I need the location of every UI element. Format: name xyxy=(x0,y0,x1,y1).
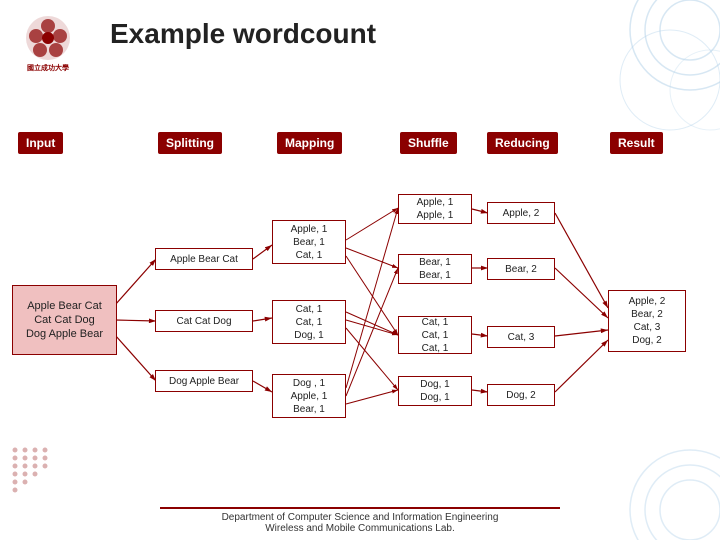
stage-shuffle: Shuffle xyxy=(400,132,457,154)
shuffle-box-1: Apple, 1 Apple, 1 xyxy=(398,194,472,224)
bg-decoration-br xyxy=(560,420,720,540)
stage-splitting: Splitting xyxy=(158,132,222,154)
footer-line2: Wireless and Mobile Communications Lab. xyxy=(160,523,560,534)
reducing-box-2: Bear, 2 xyxy=(487,258,555,280)
reducing-box-1: Apple, 2 xyxy=(487,202,555,224)
mapping-box-1: Apple, 1 Bear, 1 Cat, 1 xyxy=(272,220,346,264)
stage-input: Input xyxy=(18,132,63,154)
logo: 國立成功大學 xyxy=(8,8,88,78)
shuffle-box-4: Dog, 1 Dog, 1 xyxy=(398,376,472,406)
reducing-box-3: Cat, 3 xyxy=(487,326,555,348)
splitting-box-1: Apple Bear Cat xyxy=(155,248,253,270)
svg-text:國立成功大學: 國立成功大學 xyxy=(27,63,69,72)
result-box: Apple, 2 Bear, 2 Cat, 3 Dog, 2 xyxy=(608,290,686,352)
footer-line1: Department of Computer Science and Infor… xyxy=(160,512,560,523)
dots-decoration xyxy=(10,445,90,510)
splitting-box-3: Dog Apple Bear xyxy=(155,370,253,392)
stage-reducing: Reducing xyxy=(487,132,558,154)
page-title: Example wordcount xyxy=(110,18,376,50)
input-box: Apple Bear Cat Cat Cat Dog Dog Apple Bea… xyxy=(12,285,117,355)
stage-result: Result xyxy=(610,132,663,154)
footer: Department of Computer Science and Infor… xyxy=(160,507,560,534)
reducing-box-4: Dog, 2 xyxy=(487,384,555,406)
mapping-box-3: Dog , 1 Apple, 1 Bear, 1 xyxy=(272,374,346,418)
bg-decoration xyxy=(520,0,720,200)
shuffle-box-2: Bear, 1 Bear, 1 xyxy=(398,254,472,284)
splitting-box-2: Cat Cat Dog xyxy=(155,310,253,332)
shuffle-box-3: Cat, 1 Cat, 1 Cat, 1 xyxy=(398,316,472,354)
stage-mapping: Mapping xyxy=(277,132,342,154)
mapping-box-2: Cat, 1 Cat, 1 Dog, 1 xyxy=(272,300,346,344)
